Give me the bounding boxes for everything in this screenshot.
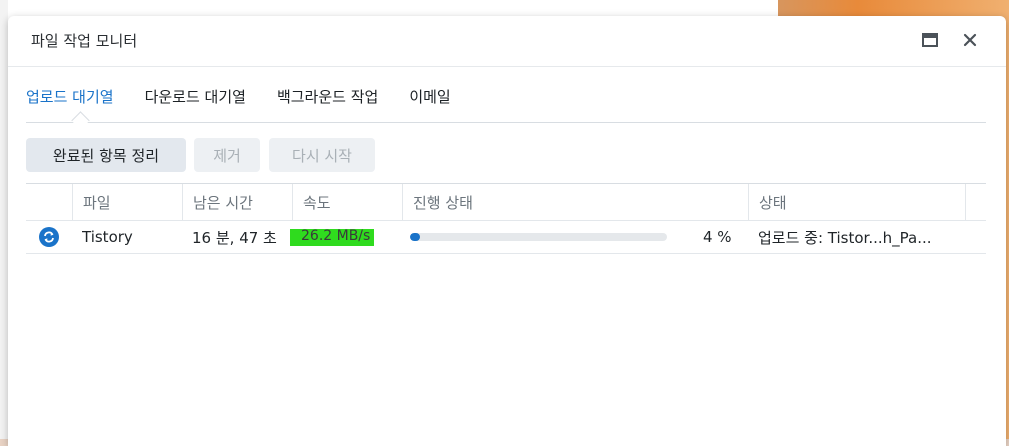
background-window-edge: [0, 0, 8, 439]
tab-email[interactable]: 이메일: [409, 86, 450, 122]
column-header-remaining-time[interactable]: 남은 시간: [182, 184, 292, 220]
table-header: 파일 남은 시간 속도 진행 상태 상태: [26, 183, 986, 221]
remove-button[interactable]: 제거: [194, 138, 260, 172]
file-task-monitor-dialog: 파일 작업 모니터 업로드 대기열 다운로드 대기열 백그라운드 작업 이메일 …: [8, 16, 1006, 446]
maximize-icon: [922, 33, 938, 47]
close-button[interactable]: [960, 30, 980, 50]
progress-bar-fill: [410, 233, 421, 241]
transfer-table: 파일 남은 시간 속도 진행 상태 상태 Tistory 16 분, 47 초 …: [26, 183, 986, 254]
column-header-progress[interactable]: 진행 상태: [402, 184, 748, 220]
tab-bar: 업로드 대기열 다운로드 대기열 백그라운드 작업 이메일: [26, 86, 482, 122]
file-name: Tistory: [82, 228, 133, 246]
upload-status: 업로드 중: Tistor...h_Pa...: [758, 228, 932, 247]
dialog-title: 파일 작업 모니터: [31, 32, 138, 50]
clear-completed-button[interactable]: 완료된 항목 정리: [26, 138, 186, 172]
column-header-speed[interactable]: 속도: [292, 184, 402, 220]
title-divider: [8, 66, 1006, 67]
column-header-status[interactable]: 상태: [748, 184, 966, 220]
table-row[interactable]: Tistory 16 분, 47 초 26.2 MB/s 4 % 업로드 중: …: [26, 221, 986, 254]
sync-icon: [39, 227, 59, 247]
tab-background-tasks[interactable]: 백그라운드 작업: [277, 86, 378, 122]
transfer-speed: 26.2 MB/s: [301, 228, 371, 244]
tab-download-queue[interactable]: 다운로드 대기열: [145, 86, 246, 122]
close-icon: [963, 33, 977, 47]
progress-percent: 4 %: [703, 228, 732, 246]
restart-button[interactable]: 다시 시작: [269, 138, 375, 172]
remaining-time: 16 분, 47 초: [192, 228, 277, 247]
tab-underline: [26, 122, 986, 123]
column-header-file[interactable]: 파일: [72, 184, 182, 220]
maximize-button[interactable]: [920, 30, 940, 50]
progress-bar: [410, 233, 667, 241]
tab-upload-queue[interactable]: 업로드 대기열: [26, 86, 114, 122]
